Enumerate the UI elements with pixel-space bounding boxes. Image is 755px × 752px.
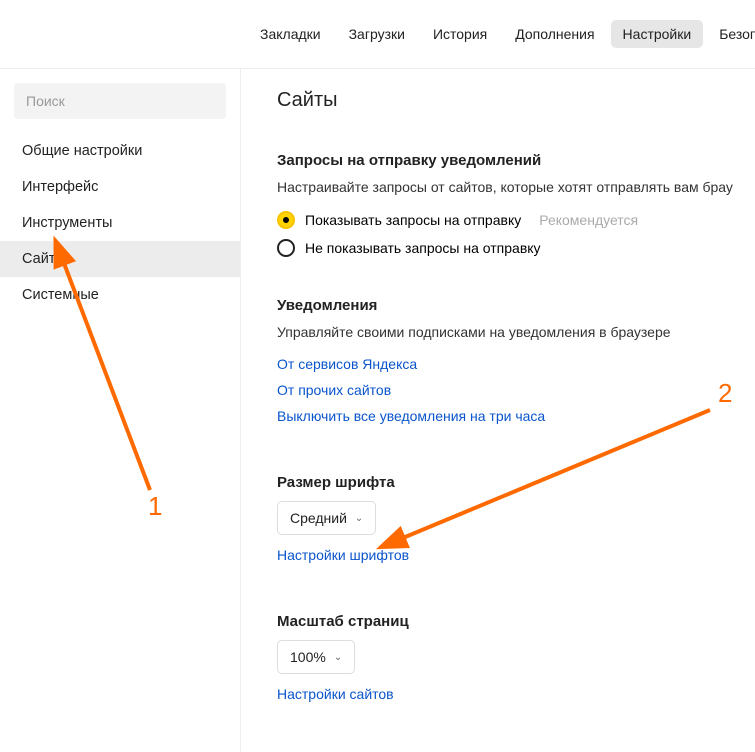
notif-desc: Управляйте своими подписками на уведомле… [277,324,755,340]
link-disable-3h[interactable]: Выключить все уведомления на три часа [277,408,545,424]
sidebar-item-sites[interactable]: Сайты [0,241,240,277]
select-value: Средний [290,510,347,526]
top-tabs: Закладки Загрузки История Дополнения Нас… [0,0,755,68]
section-notification-requests: Запросы на отправку уведомлений Настраив… [277,152,755,257]
notif-req-desc: Настраивайте запросы от сайтов, которые … [277,179,755,195]
recommended-label: Рекомендуется [539,212,638,228]
radio-icon [277,211,295,229]
font-heading: Размер шрифта [277,474,755,491]
page-title: Сайты [277,89,755,112]
tab-history[interactable]: История [421,20,499,48]
tab-bookmarks[interactable]: Закладки [248,20,333,48]
font-size-select[interactable]: Средний ⌄ [277,501,376,535]
sidebar-item-system[interactable]: Системные [0,277,240,313]
zoom-select[interactable]: 100% ⌄ [277,640,355,674]
chevron-down-icon: ⌄ [334,652,342,663]
tab-settings[interactable]: Настройки [611,20,704,48]
sidebar: Поиск Общие настройки Интерфейс Инструме… [0,69,240,752]
tab-security[interactable]: Безопасност [707,20,755,48]
radio-label: Показывать запросы на отправку [305,212,521,228]
chevron-down-icon: ⌄ [355,513,363,524]
radio-icon [277,239,295,257]
select-value: 100% [290,649,326,665]
radio-label: Не показывать запросы на отправку [305,240,541,256]
search-input[interactable]: Поиск [14,83,226,119]
notif-heading: Уведомления [277,297,755,314]
section-notifications: Уведомления Управляйте своими подписками… [277,297,755,434]
section-page-zoom: Масштаб страниц 100% ⌄ Настройки сайтов [277,613,755,712]
zoom-heading: Масштаб страниц [277,613,755,630]
section-font-size: Размер шрифта Средний ⌄ Настройки шрифто… [277,474,755,573]
sidebar-item-interface[interactable]: Интерфейс [0,169,240,205]
link-site-settings[interactable]: Настройки сайтов [277,686,394,702]
sidebar-item-general[interactable]: Общие настройки [0,133,240,169]
radio-hide-requests[interactable]: Не показывать запросы на отправку [277,239,755,257]
sidebar-item-tools[interactable]: Инструменты [0,205,240,241]
tab-addons[interactable]: Дополнения [503,20,606,48]
link-font-settings[interactable]: Настройки шрифтов [277,547,409,563]
tab-downloads[interactable]: Загрузки [337,20,417,48]
radio-show-requests[interactable]: Показывать запросы на отправку Рекоменду… [277,211,755,229]
main-panel: Сайты Запросы на отправку уведомлений На… [240,69,755,752]
notif-req-heading: Запросы на отправку уведомлений [277,152,755,169]
link-other-sites[interactable]: От прочих сайтов [277,382,391,398]
link-yandex-services[interactable]: От сервисов Яндекса [277,356,417,372]
